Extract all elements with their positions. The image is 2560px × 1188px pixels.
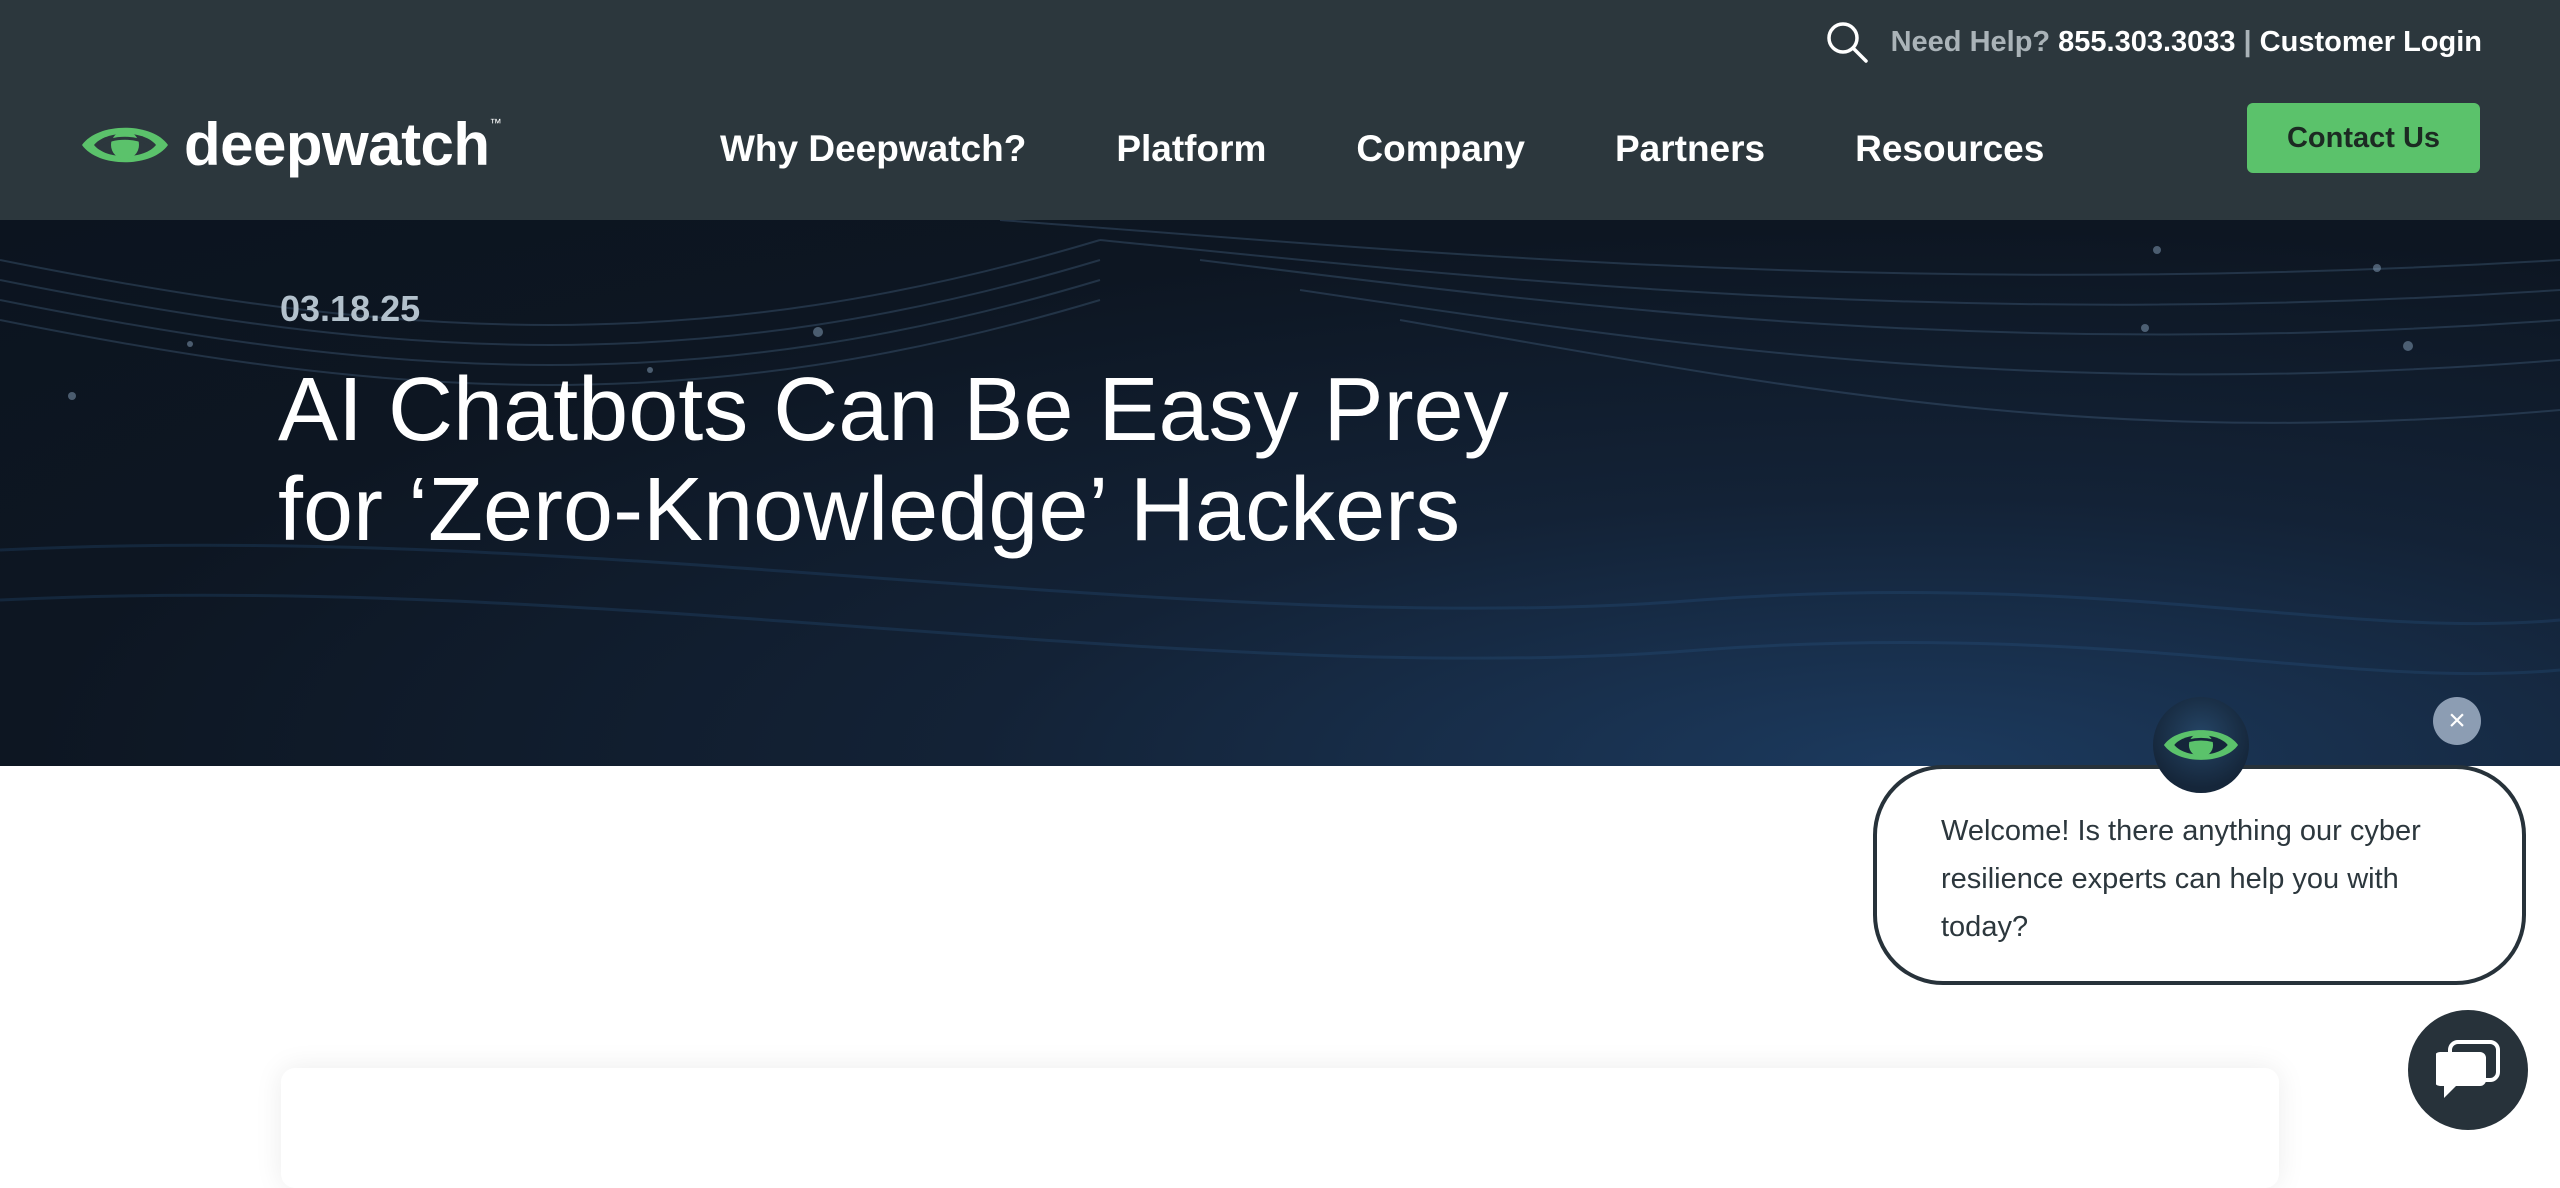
deepwatch-eye-logo-icon xyxy=(2163,730,2239,760)
chat-welcome-bubble[interactable]: Welcome! Is there anything our cyber res… xyxy=(1873,765,2526,985)
contact-us-button[interactable]: Contact Us xyxy=(2247,103,2480,173)
chat-launcher-button[interactable] xyxy=(2408,1010,2528,1130)
chat-bubble-icon xyxy=(2436,1040,2500,1098)
nav-item-company[interactable]: Company xyxy=(1356,128,1525,170)
search-icon[interactable] xyxy=(1825,20,1869,64)
main-nav: Why Deepwatch? Platform Company Partners… xyxy=(720,128,2044,170)
article-title: AI Chatbots Can Be Easy Prey for ‘Zero-K… xyxy=(278,360,1598,560)
nav-item-resources[interactable]: Resources xyxy=(1855,128,2044,170)
deepwatch-eye-logo-icon xyxy=(82,127,168,162)
article-title-line-2: for ‘Zero-Knowledge’ Hackers xyxy=(278,460,1461,560)
utility-separator: | xyxy=(2243,25,2252,58)
phone-number-link[interactable]: 855.303.3033 xyxy=(2058,26,2235,59)
need-help-label: Need Help? xyxy=(1890,25,2051,58)
customer-login-link[interactable]: Customer Login xyxy=(2260,26,2482,59)
chat-welcome-message: Welcome! Is there anything our cyber res… xyxy=(1941,815,2421,943)
article-hero: 03.18.25 AI Chatbots Can Be Easy Prey fo… xyxy=(0,220,2560,766)
deepwatch-logo[interactable]: deepwatch ™ xyxy=(80,110,502,179)
site-header: Need Help? 855.303.3033 | Customer Login… xyxy=(0,0,2560,220)
close-icon[interactable]: × xyxy=(2433,697,2481,745)
logo-trademark: ™ xyxy=(489,116,502,130)
article-title-line-1: AI Chatbots Can Be Easy Prey xyxy=(278,360,1509,460)
chat-agent-avatar xyxy=(2153,697,2249,793)
nav-item-partners[interactable]: Partners xyxy=(1615,128,1765,170)
nav-item-why-deepwatch[interactable]: Why Deepwatch? xyxy=(720,128,1026,170)
article-content-card xyxy=(281,1068,2279,1188)
utility-bar: Need Help? 855.303.3033 | Customer Login xyxy=(1825,20,2482,64)
nav-item-platform[interactable]: Platform xyxy=(1116,128,1266,170)
article-date: 03.18.25 xyxy=(280,288,421,329)
logo-wordmark: deepwatch xyxy=(184,111,490,178)
